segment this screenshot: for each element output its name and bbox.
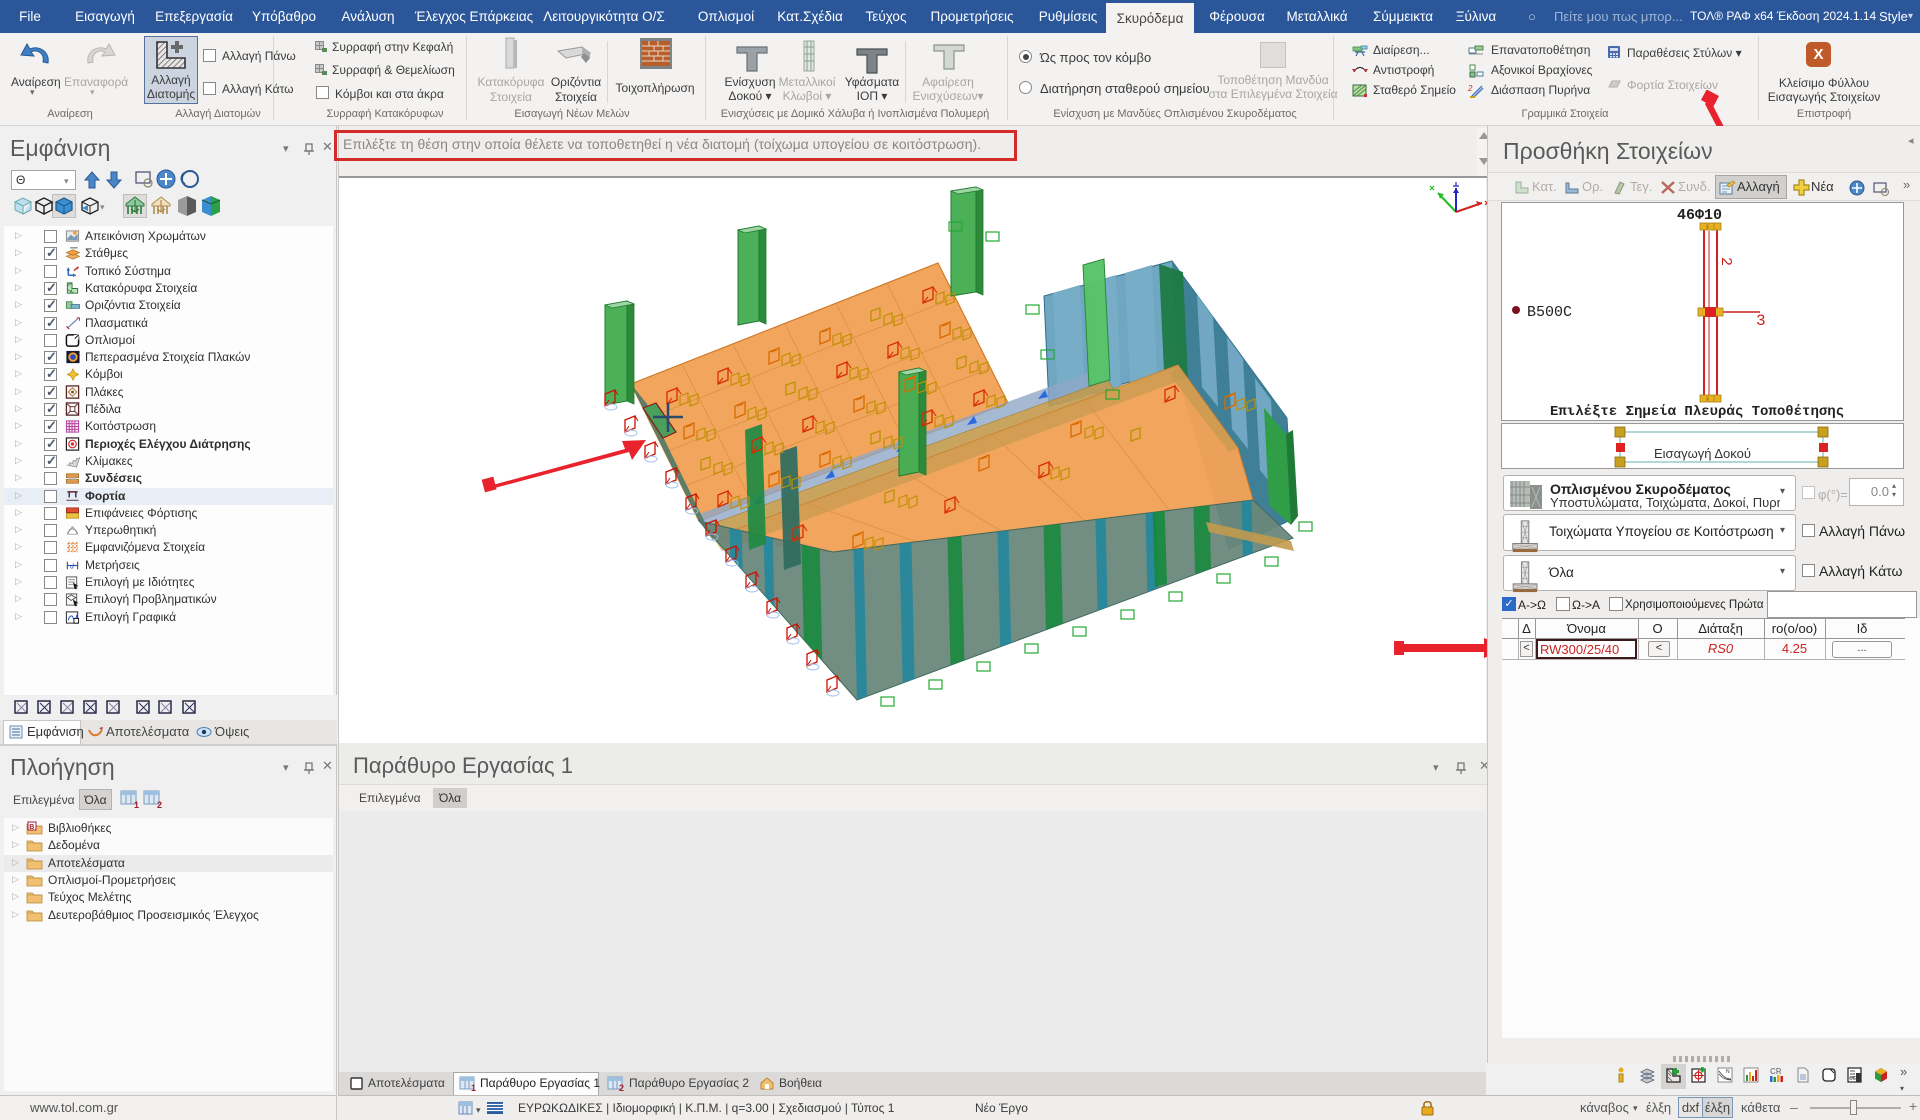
svg-text:Επιλέξτε Σημεία Πλευράς Τοποθέ: Επιλέξτε Σημεία Πλευράς Τοποθέτησης: [1550, 403, 1844, 420]
svg-text:d: d: [70, 561, 74, 570]
svg-text:ΦΕ: ΦΕ: [1849, 1076, 1857, 1082]
svg-text:1: 1: [134, 800, 139, 809]
svg-text:3: 3: [1756, 312, 1766, 330]
svg-text:2: 2: [157, 800, 162, 809]
svg-text:2: 2: [619, 1083, 624, 1092]
svg-text:Εισαγωγή Δοκού: Εισαγωγή Δοκού: [1654, 446, 1751, 461]
svg-text:1: 1: [471, 1083, 476, 1092]
svg-text:CR: CR: [1770, 1067, 1782, 1076]
svg-text:B: B: [29, 824, 34, 831]
svg-text:2: 2: [1717, 257, 1734, 266]
svg-text:2: 2: [1468, 84, 1473, 93]
svg-text:B500C: B500C: [1527, 304, 1572, 321]
svg-text:N: N: [1726, 1069, 1730, 1075]
